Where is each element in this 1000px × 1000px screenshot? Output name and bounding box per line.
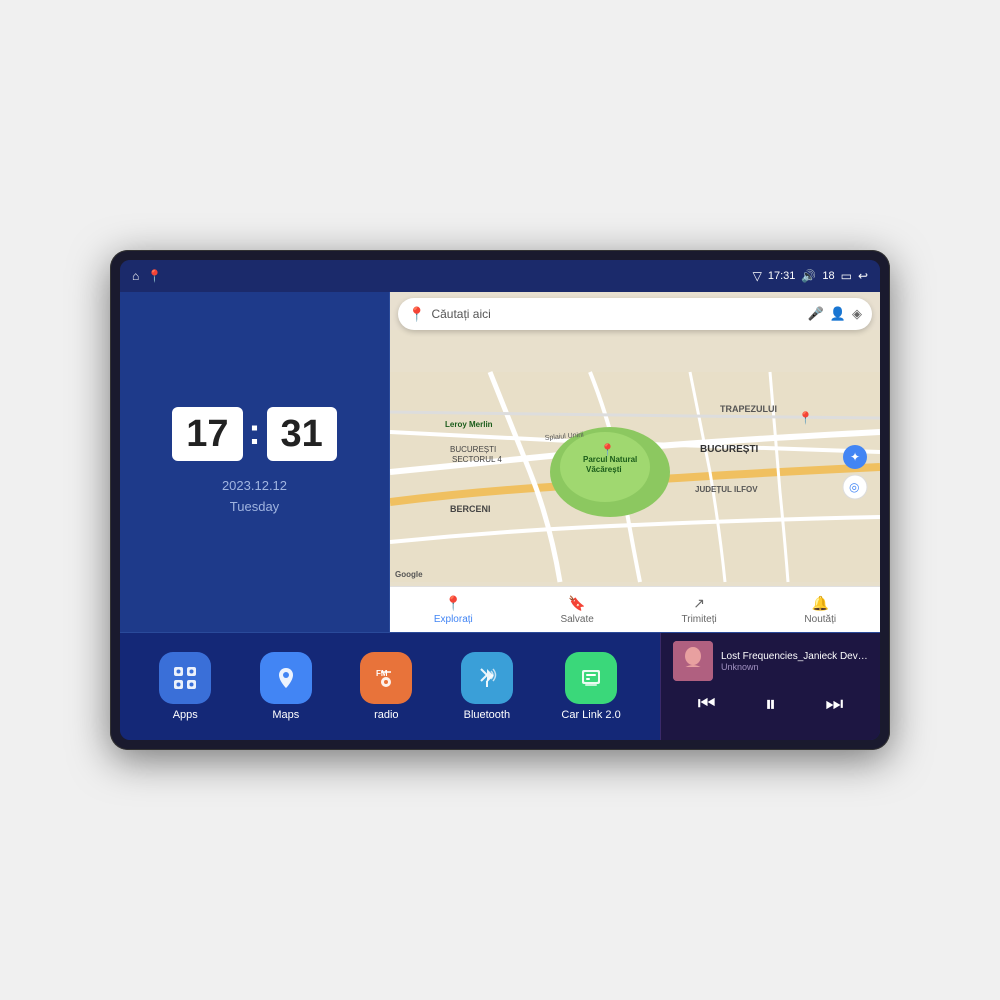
svg-text:Leroy Merlin: Leroy Merlin [445, 420, 493, 429]
maps-icon-bg [260, 652, 312, 704]
clock-display: 17 : 31 [172, 407, 337, 461]
carlink-icon-bg [565, 652, 617, 704]
music-text: Lost Frequencies_Janieck Devy-... Unknow… [721, 651, 868, 672]
layers-icon[interactable]: ◈ [852, 306, 862, 322]
map-tab-news-label: Noutăți [804, 614, 836, 625]
clock-date: 2023.12.12 Tuesday [222, 476, 287, 518]
status-bar: ⌂ 📍 ▽ 17:31 🔊 18 ▭ ↩ [120, 260, 880, 292]
status-time: 17:31 [768, 270, 796, 282]
svg-text:BUCUREȘTI: BUCUREȘTI [450, 445, 496, 454]
location-icon[interactable]: 📍 [147, 269, 162, 283]
svg-text:BUCUREȘTI: BUCUREȘTI [700, 444, 759, 455]
map-tab-news[interactable]: 🔔 Noutăți [804, 595, 836, 625]
music-player: Lost Frequencies_Janieck Devy-... Unknow… [660, 633, 880, 740]
map-tab-saved-label: Salvate [560, 614, 593, 625]
device-screen: ⌂ 📍 ▽ 17:31 🔊 18 ▭ ↩ 17 : [120, 260, 880, 740]
svg-text:FM: FM [376, 669, 388, 678]
account-icon[interactable]: 👤 [830, 306, 846, 322]
signal-icon: ▽ [753, 269, 762, 283]
map-tab-send[interactable]: ↗ Trimiteți [682, 595, 717, 625]
clock-hour: 17 [172, 407, 242, 461]
main-content: 17 : 31 2023.12.12 Tuesday 📍 Căutați aic… [120, 292, 880, 740]
map-canvas: Parcul Natural Văcărești 📍 TRAPEZULUI BU… [390, 330, 880, 586]
map-tab-explore-label: Explorați [434, 614, 473, 625]
battery-icon: ▭ [841, 269, 852, 283]
album-art-face [673, 641, 713, 681]
app-radio[interactable]: FM radio [360, 652, 412, 721]
svg-text:BERCENI: BERCENI [450, 504, 491, 514]
mic-icon[interactable]: 🎤 [808, 306, 824, 322]
map-tab-send-label: Trimiteți [682, 614, 717, 625]
map-pin-icon: 📍 [408, 306, 425, 323]
music-title: Lost Frequencies_Janieck Devy-... [721, 651, 868, 662]
apps-label: Apps [173, 709, 198, 721]
news-icon: 🔔 [812, 595, 829, 612]
clock-minute: 31 [267, 407, 337, 461]
date-value: 2023.12.12 [222, 476, 287, 497]
map-widget: 📍 Căutați aici 🎤 👤 ◈ [390, 292, 880, 632]
clock-widget: 17 : 31 2023.12.12 Tuesday [120, 292, 390, 632]
app-bluetooth[interactable]: Bluetooth [461, 652, 513, 721]
music-info: Lost Frequencies_Janieck Devy-... Unknow… [673, 641, 868, 681]
svg-text:📍: 📍 [798, 411, 813, 425]
music-artist: Unknown [721, 662, 868, 672]
app-carlink[interactable]: Car Link 2.0 [561, 652, 620, 721]
svg-text:◎: ◎ [849, 480, 859, 494]
saved-icon: 🔖 [568, 595, 585, 612]
app-apps[interactable]: Apps [159, 652, 211, 721]
music-prev-button[interactable]: ⏮ [690, 689, 724, 720]
music-next-button[interactable]: ⏭ [817, 689, 851, 720]
map-search-icons: 🎤 👤 ◈ [808, 306, 862, 322]
map-bottom-bar: 📍 Explorați 🔖 Salvate ↗ Trimiteți 🔔 [390, 586, 880, 632]
music-controls: ⏮ ⏸ ⏭ [673, 687, 868, 721]
music-play-button[interactable]: ⏸ [757, 687, 784, 721]
back-icon[interactable]: ↩ [858, 269, 868, 283]
bluetooth-label: Bluetooth [464, 709, 510, 721]
home-icon[interactable]: ⌂ [132, 269, 139, 283]
clock-colon: : [249, 411, 261, 453]
status-left: ⌂ 📍 [132, 269, 162, 283]
svg-text:JUDEȚUL ILFOV: JUDEȚUL ILFOV [695, 485, 758, 494]
battery-level: 18 [822, 270, 834, 282]
radio-label: radio [374, 709, 398, 721]
map-body: Parcul Natural Văcărești 📍 TRAPEZULUI BU… [390, 292, 880, 586]
svg-text:TRAPEZULUI: TRAPEZULUI [720, 404, 777, 414]
map-search-text[interactable]: Căutați aici [431, 307, 801, 321]
map-search-bar[interactable]: 📍 Căutați aici 🎤 👤 ◈ [398, 298, 872, 330]
apps-icon-bg [159, 652, 211, 704]
volume-icon[interactable]: 🔊 [801, 269, 816, 283]
svg-text:Văcărești: Văcărești [586, 465, 622, 474]
maps-label: Maps [272, 709, 299, 721]
map-tab-saved[interactable]: 🔖 Salvate [560, 595, 593, 625]
send-icon: ↗ [693, 595, 705, 612]
svg-text:Google: Google [395, 570, 423, 579]
explore-icon: 📍 [445, 595, 462, 612]
top-section: 17 : 31 2023.12.12 Tuesday 📍 Căutați aic… [120, 292, 880, 632]
radio-icon-bg: FM [360, 652, 412, 704]
svg-text:📍: 📍 [600, 443, 615, 457]
car-display-device: ⌂ 📍 ▽ 17:31 🔊 18 ▭ ↩ 17 : [110, 250, 890, 750]
bottom-section: Apps Maps [120, 632, 880, 740]
svg-text:SECTORUL 4: SECTORUL 4 [452, 455, 502, 464]
day-value: Tuesday [222, 497, 287, 518]
music-album-art [673, 641, 713, 681]
apps-section: Apps Maps [120, 633, 660, 740]
map-tab-explore[interactable]: 📍 Explorați [434, 595, 473, 625]
app-maps[interactable]: Maps [260, 652, 312, 721]
svg-text:✦: ✦ [850, 450, 860, 464]
status-right: ▽ 17:31 🔊 18 ▭ ↩ [753, 269, 868, 283]
carlink-label: Car Link 2.0 [561, 709, 620, 721]
bluetooth-icon-bg [461, 652, 513, 704]
